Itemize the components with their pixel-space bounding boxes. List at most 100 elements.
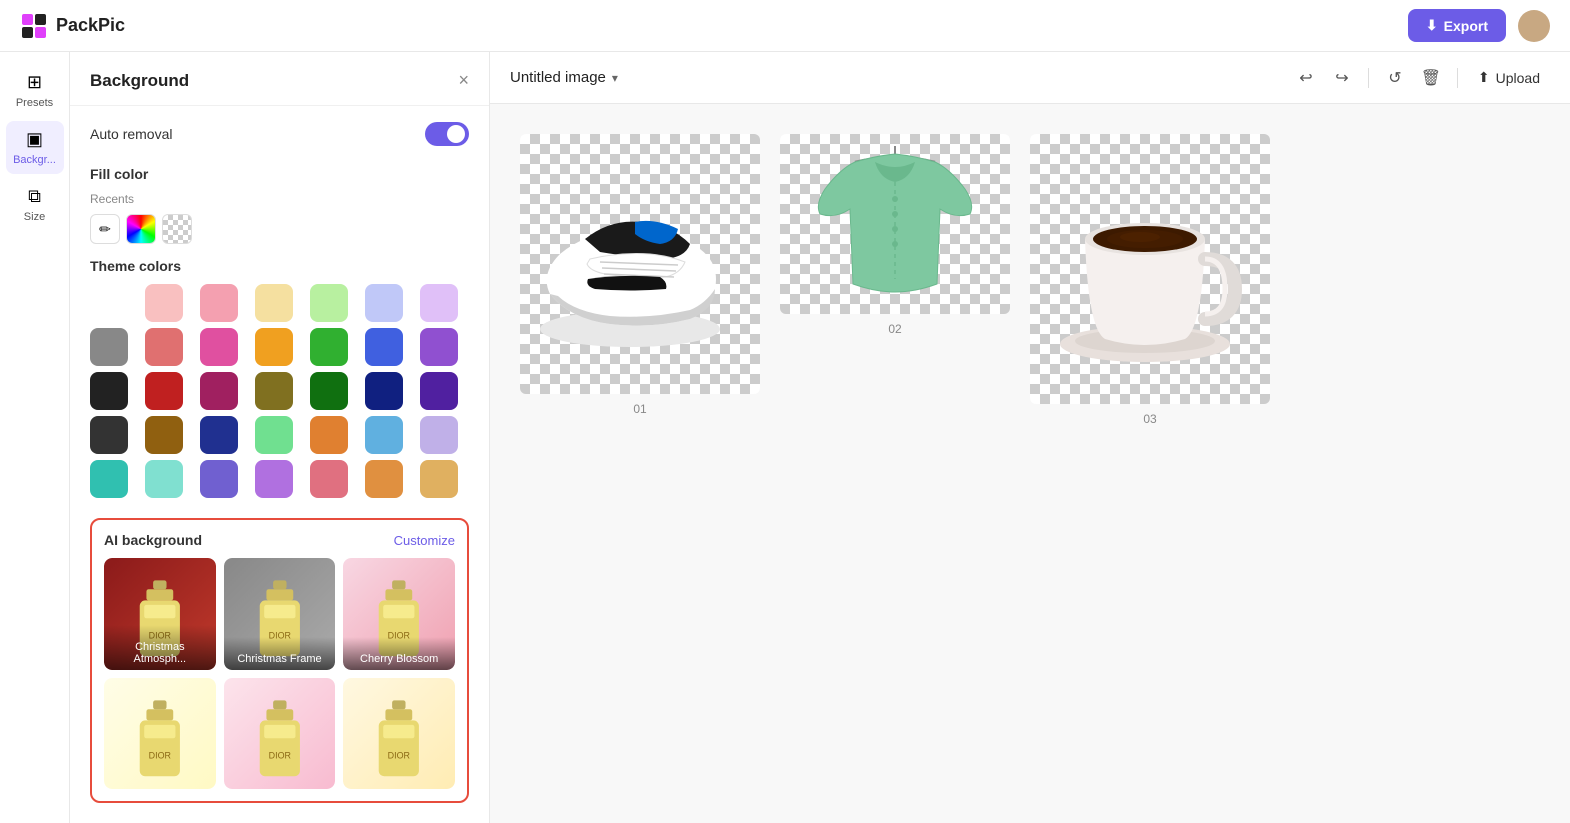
svg-text:DIOR: DIOR — [388, 750, 411, 760]
theme-color-29[interactable] — [145, 460, 183, 498]
theme-color-22[interactable] — [145, 416, 183, 454]
icon-sidebar: ⊞ Presets ▣ Backgr... ⧉ Size — [0, 52, 70, 823]
theme-color-19[interactable] — [365, 372, 403, 410]
canvas-image-03: 03 — [1030, 134, 1270, 426]
ai-section-header: AI background Customize — [104, 532, 455, 548]
coffee-image — [1040, 159, 1260, 379]
theme-color-14[interactable] — [90, 372, 128, 410]
sidebar-item-background[interactable]: ▣ Backgr... — [6, 121, 64, 174]
ai-item-bg-bottom-2: DIOR — [224, 678, 336, 790]
theme-color-3[interactable] — [255, 284, 293, 322]
canvas-image-02: 02 — [780, 134, 1010, 336]
panel-header: Background × — [70, 52, 489, 106]
customize-link[interactable]: Customize — [394, 533, 455, 548]
theme-color-20[interactable] — [420, 372, 458, 410]
theme-color-17[interactable] — [255, 372, 293, 410]
body: ⊞ Presets ▣ Backgr... ⧉ Size Background … — [0, 52, 1570, 823]
reset-button[interactable]: ↺ — [1379, 62, 1411, 94]
theme-color-26[interactable] — [365, 416, 403, 454]
theme-color-30[interactable] — [200, 460, 238, 498]
ai-item-cherry-blossom[interactable]: DIOR Cherry Blossom — [343, 558, 455, 670]
svg-text:DIOR: DIOR — [268, 750, 291, 760]
canvas-image-01: 01 — [520, 134, 760, 416]
auto-removal-row: Auto removal — [90, 122, 469, 146]
delete-button[interactable]: 🗑 — [1415, 62, 1447, 94]
chevron-down-icon[interactable]: ▾ — [612, 71, 618, 85]
theme-color-24[interactable] — [255, 416, 293, 454]
theme-color-31[interactable] — [255, 460, 293, 498]
toggle-slider — [425, 122, 469, 146]
image-label-02: 02 — [888, 322, 901, 336]
theme-color-27[interactable] — [420, 416, 458, 454]
theme-color-25[interactable] — [310, 416, 348, 454]
canvas-toolbar: Untitled image ▾ ↩ ↪ ↺ 🗑 ⬆ Upload — [490, 52, 1570, 104]
canvas-title: Untitled image — [510, 69, 606, 86]
export-button[interactable]: ⬇ Export — [1408, 9, 1506, 42]
theme-color-23[interactable] — [200, 416, 238, 454]
canvas-title-row: Untitled image ▾ — [510, 69, 618, 86]
redo-button[interactable]: ↪ — [1326, 62, 1358, 94]
undo-button[interactable]: ↩ — [1290, 62, 1322, 94]
ai-item-christmas-frame[interactable]: DIOR Christmas Frame — [224, 558, 336, 670]
color-pen-tool[interactable]: ✏ — [90, 214, 120, 244]
theme-color-28[interactable] — [90, 460, 128, 498]
theme-colors-grid — [90, 284, 469, 498]
panel-close-button[interactable]: × — [458, 70, 469, 91]
perfume-bottle-icon: DIOR — [104, 678, 216, 790]
theme-color-32[interactable] — [310, 460, 348, 498]
image-box-01[interactable] — [520, 134, 760, 394]
theme-color-6[interactable] — [420, 284, 458, 322]
ai-item-bg-cherry-blossom: DIOR Cherry Blossom — [343, 558, 455, 670]
ai-item-bottom-1[interactable]: DIOR — [104, 678, 216, 790]
image-label-01: 01 — [633, 402, 646, 416]
transparent-swatch[interactable] — [162, 214, 192, 244]
sidebar-item-size[interactable]: ⧉ Size — [6, 178, 64, 231]
theme-color-1[interactable] — [145, 284, 183, 322]
image-box-03[interactable] — [1030, 134, 1270, 404]
theme-color-9[interactable] — [200, 328, 238, 366]
perfume-bottle-icon: DIOR — [343, 678, 455, 790]
presets-icon: ⊞ — [27, 72, 42, 93]
sidebar-item-presets[interactable]: ⊞ Presets — [6, 64, 64, 117]
theme-color-0[interactable] — [90, 284, 128, 322]
theme-color-2[interactable] — [200, 284, 238, 322]
header: PackPic ⬇ Export — [0, 0, 1570, 52]
logo-text: PackPic — [56, 15, 125, 36]
ai-item-label-christmas-atm: Christmas Atmosph... — [104, 625, 216, 670]
theme-color-11[interactable] — [310, 328, 348, 366]
svg-text:DIOR: DIOR — [149, 750, 172, 760]
canvas-area: Untitled image ▾ ↩ ↪ ↺ 🗑 ⬆ Upload — [490, 52, 1570, 823]
ai-section-title: AI background — [104, 532, 202, 548]
theme-color-33[interactable] — [365, 460, 403, 498]
shoe-image — [530, 164, 750, 364]
background-icon: ▣ — [26, 129, 43, 150]
toolbar-divider-1 — [1368, 68, 1369, 88]
avatar[interactable] — [1518, 10, 1550, 42]
theme-color-18[interactable] — [310, 372, 348, 410]
toolbar-actions: ↩ ↪ ↺ 🗑 ⬆ Upload — [1290, 62, 1550, 94]
color-picker-swatch[interactable] — [126, 214, 156, 244]
theme-color-16[interactable] — [200, 372, 238, 410]
ai-item-label-christmas-frame: Christmas Frame — [224, 637, 336, 670]
ai-item-bottom-2[interactable]: DIOR — [224, 678, 336, 790]
auto-removal-toggle[interactable] — [425, 122, 469, 146]
theme-color-4[interactable] — [310, 284, 348, 322]
export-icon: ⬇ — [1426, 17, 1438, 34]
theme-color-7[interactable] — [90, 328, 128, 366]
auto-removal-label: Auto removal — [90, 126, 172, 142]
theme-color-15[interactable] — [145, 372, 183, 410]
image-label-03: 03 — [1143, 412, 1156, 426]
theme-color-8[interactable] — [145, 328, 183, 366]
upload-button[interactable]: ⬆ Upload — [1468, 63, 1550, 92]
ai-item-christmas-atm[interactable]: DIOR Christmas Atmosph... — [104, 558, 216, 670]
theme-color-13[interactable] — [420, 328, 458, 366]
ai-item-bg-bottom-3: DIOR — [343, 678, 455, 790]
ai-item-bottom-3[interactable]: DIOR — [343, 678, 455, 790]
theme-color-5[interactable] — [365, 284, 403, 322]
theme-color-34[interactable] — [420, 460, 458, 498]
theme-color-12[interactable] — [365, 328, 403, 366]
theme-color-21[interactable] — [90, 416, 128, 454]
logo-icon — [20, 12, 48, 40]
image-box-02[interactable] — [780, 134, 1010, 314]
theme-color-10[interactable] — [255, 328, 293, 366]
